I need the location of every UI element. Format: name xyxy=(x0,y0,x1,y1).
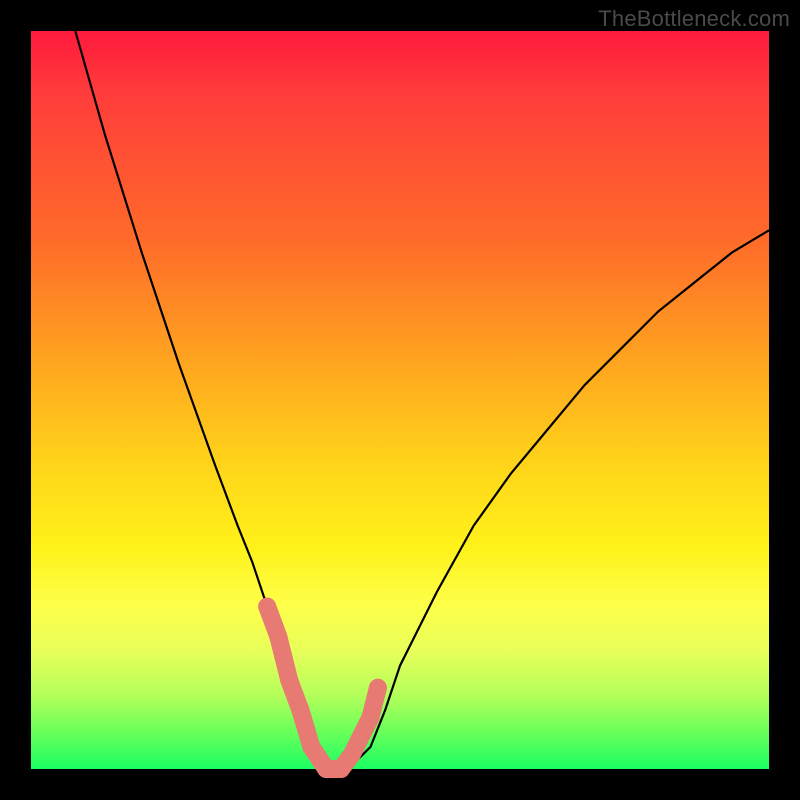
curve-marker xyxy=(362,708,380,726)
chart-frame: TheBottleneck.com xyxy=(0,0,800,800)
curve-marker xyxy=(291,701,309,719)
curve-marker xyxy=(280,671,298,689)
curve-marker xyxy=(332,760,350,778)
curve-path-group xyxy=(75,31,769,769)
curve-marker xyxy=(258,598,276,616)
watermark-text: TheBottleneck.com xyxy=(598,6,790,32)
plot-area xyxy=(31,31,769,769)
bottleneck-curve xyxy=(31,31,769,769)
curve-marker xyxy=(269,627,287,645)
curve-marker xyxy=(343,745,361,763)
curve-marker xyxy=(369,679,387,697)
curve-path xyxy=(75,31,769,769)
curve-marker xyxy=(302,738,320,756)
